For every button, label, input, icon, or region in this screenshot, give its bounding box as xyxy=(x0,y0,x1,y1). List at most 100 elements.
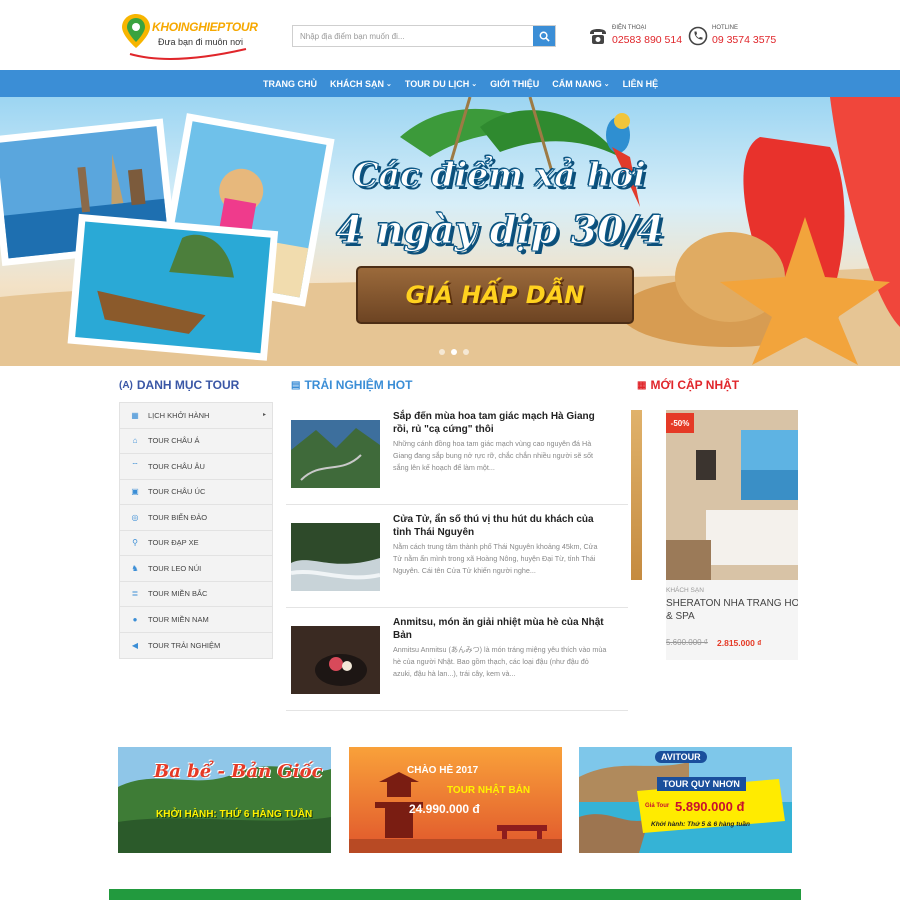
article-item: Anmitsu, món ăn giải nhiệt mùa hè của Nh… xyxy=(286,608,628,711)
hot-article-list: Sắp đến mùa hoa tam giác mạch Hà Giang r… xyxy=(286,402,628,711)
hero-banner[interactable]: Các điểm xả hơi 4 ngày dịp 30/4 GIÁ HẤP … xyxy=(0,97,900,366)
category-item-australia[interactable]: ▣ TOUR CHÂU ÚC xyxy=(120,480,272,505)
category-section-icon: (A) xyxy=(119,379,133,391)
banner-sign-text: GIÁ HẤP DẪN xyxy=(405,281,585,309)
news-icon: ▤ xyxy=(291,379,301,391)
old-price: 5.600.000 ₫ xyxy=(666,638,708,647)
search-box xyxy=(292,25,556,47)
article-thumbnail[interactable] xyxy=(291,420,380,488)
ad-title: TOUR QUY NHƠN xyxy=(657,777,746,791)
ad-banner-babe[interactable]: Ba bể - Bản Giốc KHỞI HÀNH: THỨ 6 HÀNG T… xyxy=(118,747,331,853)
map-pin-icon: ● xyxy=(132,614,138,624)
nav-item-label: TRANG CHỦ xyxy=(263,78,317,89)
phone-number: 02583 890 514 xyxy=(612,34,683,46)
slide-dot[interactable] xyxy=(439,349,445,355)
category-label: TOUR MIỀN BẮC xyxy=(148,589,208,599)
ad-subtitle: KHỞI HÀNH: THỨ 6 HÀNG TUẦN xyxy=(156,809,313,820)
article-item: Sắp đến mùa hoa tam giác mạch Hà Giang r… xyxy=(286,402,628,505)
category-label: TOUR CHÂU Á xyxy=(148,436,200,446)
nav-item-hotels[interactable]: KHÁCH SẠN ⌄ xyxy=(330,79,392,89)
new-update-card[interactable]: -50% KHÁCH SẠN SHERATON NHA TRANG HOTEL … xyxy=(666,410,798,660)
category-label: LỊCH KHỞI HÀNH xyxy=(148,410,210,420)
article-title[interactable]: Anmitsu, món ăn giải nhiệt mùa hè của Nh… xyxy=(393,616,608,642)
telephone-icon xyxy=(590,29,606,44)
sale-price: 2.815.000 ₫ xyxy=(717,638,762,648)
article-thumbnail[interactable] xyxy=(291,523,380,591)
site-header: KHOINGHIEPTOUR Đưa bạn đi muôn nơi ĐIỆN … xyxy=(0,0,900,70)
site-logo[interactable]: KHOINGHIEPTOUR Đưa bạn đi muôn nơi xyxy=(118,12,258,60)
slide-dot[interactable] xyxy=(463,349,469,355)
ad-price: 24.990.000 đ xyxy=(409,802,480,816)
ad-brand-logo: AVITOUR xyxy=(655,751,707,763)
search-button[interactable] xyxy=(533,26,555,46)
category-item-island[interactable]: ◎ TOUR BIỂN ĐẢO xyxy=(120,505,272,531)
phone-label: ĐIỆN THOẠI xyxy=(612,25,647,31)
slide-dot-active[interactable] xyxy=(451,349,457,355)
banner-wooden-sign: GIÁ HẤP DẪN xyxy=(356,266,634,324)
category-label: TOUR BIỂN ĐẢO xyxy=(148,512,208,522)
ad-banner-japan[interactable]: CHÀO HÈ 2017 TOUR NHẬT BẢN 24.990.000 đ xyxy=(349,747,562,853)
new-section-title: ▦ MỚI CẬP NHẬT xyxy=(637,378,739,392)
card-category: KHÁCH SẠN xyxy=(666,587,704,594)
logo-name-part1: KHOINGHIEP xyxy=(152,20,226,34)
card-title-line1: SHERATON NHA TRANG HOTEL xyxy=(666,598,798,609)
ad-subtitle: Khởi hành: Thứ 5 & 6 hàng tuần xyxy=(651,821,750,828)
ad-price: 5.890.000 đ xyxy=(675,799,745,814)
nav-item-guide[interactable]: CẨM NANG ⌄ xyxy=(552,79,609,89)
card-title[interactable]: SHERATON NHA TRANG HOTEL & SPA xyxy=(666,597,798,623)
category-label: TOUR CHÂU ÂU xyxy=(148,461,205,471)
article-item: Cửa Tử, ẩn số thú vị thu hút du khách củ… xyxy=(286,505,628,608)
chevron-right-icon: ▸ xyxy=(262,412,266,418)
category-label: TOUR TRẢI NGHIỆM xyxy=(148,640,221,650)
nav-item-about[interactable]: GIỚI THIỆU xyxy=(490,79,539,89)
chevron-down-icon: ⌄ xyxy=(471,80,478,88)
ad-banner-quynhon[interactable]: AVITOUR TOUR QUY NHƠN Giá Tour 5.890.000… xyxy=(579,747,792,853)
category-item-cycling[interactable]: ⚲ TOUR ĐẠP XE xyxy=(120,531,272,556)
search-input[interactable] xyxy=(293,26,533,46)
sale-badge: -50% xyxy=(666,413,694,433)
nav-item-home[interactable]: TRANG CHỦ xyxy=(263,79,317,89)
carousel-prev-edge xyxy=(631,410,642,580)
category-item-experience[interactable]: ◀ TOUR TRẢI NGHIỆM xyxy=(120,633,272,659)
calendar-icon: ▦ xyxy=(637,379,647,391)
logo-swoosh-icon xyxy=(129,48,247,60)
category-label: TOUR MIỀN NAM xyxy=(148,614,209,624)
footprint-icon: ♞ xyxy=(131,563,139,573)
banner-title-line2: 4 ngày dịp 30/4 xyxy=(336,207,665,253)
ad-title: CHÀO HÈ 2017 xyxy=(407,765,479,776)
calendar-grid-icon: ▦ xyxy=(131,410,139,420)
article-excerpt: Anmitsu Anmitsu (あんみつ) là món tráng miện… xyxy=(393,645,607,679)
logo-name: KHOINGHIEPTOUR xyxy=(152,20,258,34)
building-icon: ⌂ xyxy=(132,436,138,446)
category-label: TOUR CHÂU ÚC xyxy=(148,487,206,497)
nav-item-label: TOUR DU LỊCH xyxy=(404,78,470,89)
nav-menu: TRANG CHỦ KHÁCH SẠN ⌄ TOUR DU LỊCH ⌄ GIỚI … xyxy=(263,70,671,97)
banner-title-line1: Các điểm xả hơi xyxy=(352,155,646,195)
hotline-number: 09 3574 3575 xyxy=(712,34,777,46)
nav-item-label: KHÁCH SẠN xyxy=(330,78,384,89)
category-item-europe[interactable]: ⌔ TOUR CHÂU ÂU xyxy=(120,454,272,480)
nav-item-contact[interactable]: LIÊN HỆ xyxy=(623,79,659,89)
category-item-north[interactable]: ≣ TOUR MIỀN BẮC xyxy=(120,582,272,607)
category-item-south[interactable]: ● TOUR MIỀN NAM xyxy=(120,607,272,633)
category-item-trekking[interactable]: ♞ TOUR LEO NÚI xyxy=(120,556,272,582)
nav-item-tours[interactable]: TOUR DU LỊCH ⌄ xyxy=(405,79,477,89)
category-section-label: DANH MỤC TOUR xyxy=(136,378,240,392)
category-label: TOUR ĐẠP XE xyxy=(148,538,199,548)
megaphone-icon: ◀ xyxy=(131,640,139,650)
ad-title: Ba bể - Bản Giốc xyxy=(154,761,323,782)
lifebuoy-icon: ◎ xyxy=(131,512,139,522)
article-thumbnail[interactable] xyxy=(291,626,380,694)
bus-icon: ▣ xyxy=(131,487,139,497)
card-title-line2: & SPA xyxy=(666,611,695,622)
category-item-schedule[interactable]: ▦ LỊCH KHỞI HÀNH ▸ xyxy=(120,403,272,429)
article-title[interactable]: Cửa Tử, ẩn số thú vị thu hút du khách củ… xyxy=(393,513,608,539)
wifi-icon: ⌔ xyxy=(131,461,139,471)
category-item-asia[interactable]: ⌂ TOUR CHÂU Á xyxy=(120,429,272,454)
article-title[interactable]: Sắp đến mùa hoa tam giác mạch Hà Giang r… xyxy=(393,410,608,436)
hot-section-title: ▤ TRẢI NGHIỆM HOT xyxy=(291,378,412,392)
chevron-down-icon: ⌄ xyxy=(386,80,392,88)
category-section-title: (A) DANH MỤC TOUR xyxy=(119,378,239,392)
ad-price-label: Giá Tour xyxy=(645,803,670,809)
layers-icon: ≣ xyxy=(131,589,139,599)
